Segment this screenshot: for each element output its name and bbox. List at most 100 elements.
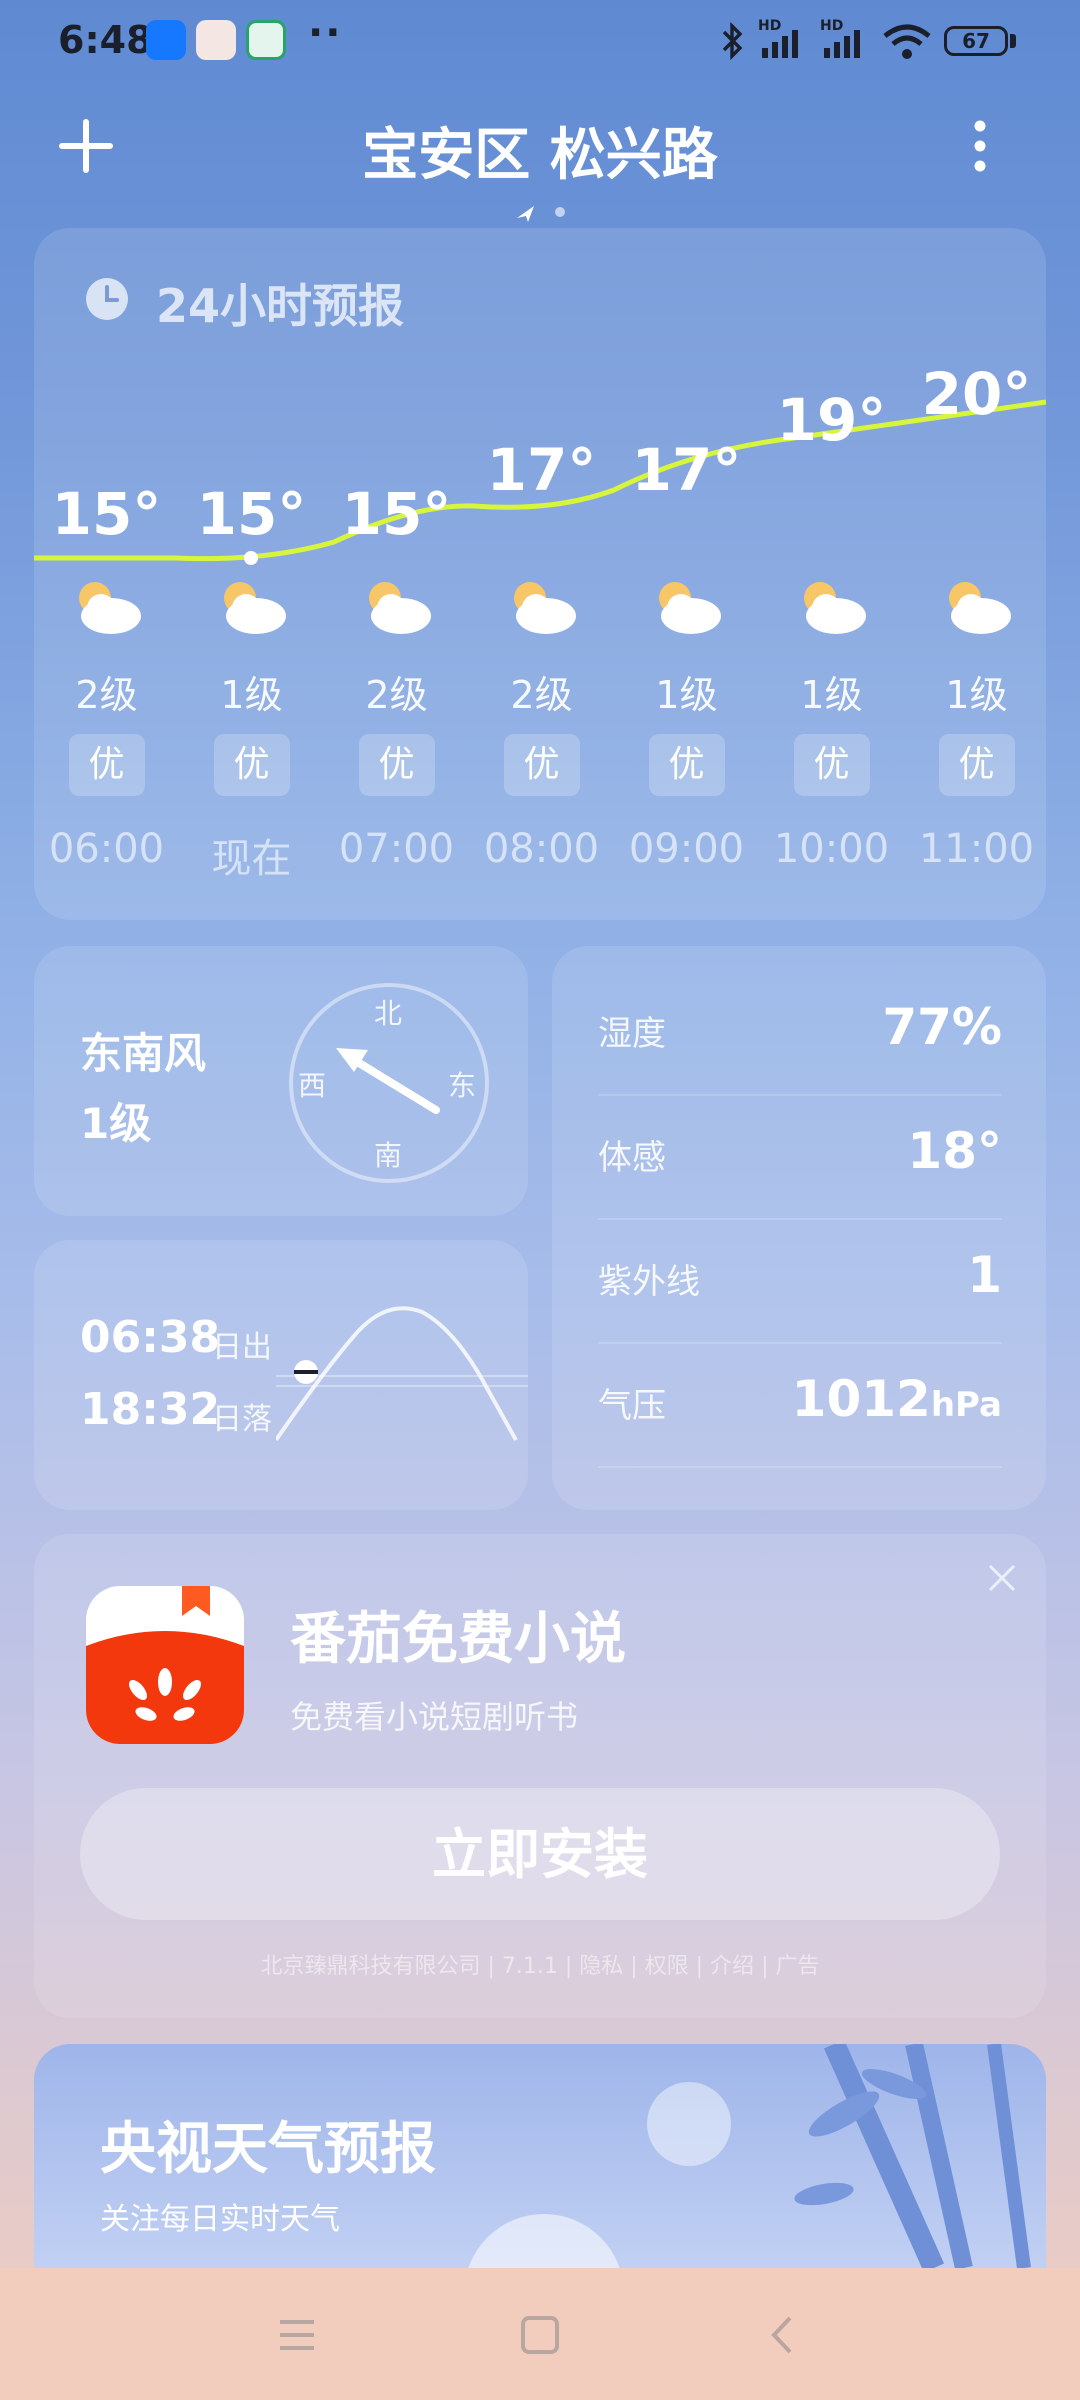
hour-label: 08:00: [483, 826, 600, 872]
detail-row: 湿度 77%: [598, 970, 1002, 1096]
detail-value: 1012hPa: [792, 1370, 1002, 1428]
hour-label: 06:00: [48, 826, 165, 872]
avatar-app-icon: [196, 20, 236, 60]
hour-wind-level: 1级: [800, 673, 863, 717]
tomato-novel-app-icon[interactable]: [86, 1586, 244, 1744]
more-notifications-icon: ··: [308, 10, 343, 56]
hour-label: 07:00: [338, 826, 455, 872]
hour-wind-level: 1级: [655, 673, 718, 717]
hour-label: 09:00: [628, 826, 745, 872]
hour-wind-level: 2级: [75, 673, 138, 717]
detail-unit: hPa: [930, 1385, 1002, 1425]
compass-east: 东: [448, 1069, 477, 1102]
aqi-badge: 优: [213, 734, 290, 796]
partly-cloudy-icon: [949, 582, 1011, 634]
detail-row: 体感 18°: [598, 1094, 1002, 1220]
sunset-label: 日落: [212, 1402, 272, 1437]
battery-indicator: 67: [944, 26, 1008, 56]
aqi-badge: 优: [793, 734, 870, 796]
hour-aqi: 优: [324, 734, 469, 796]
detail-number: 18°: [907, 1122, 1002, 1180]
sunrise-time: 06:38: [80, 1312, 221, 1363]
detail-row: 紫外线 1: [598, 1218, 1002, 1344]
hour-label: 10:00: [773, 826, 890, 872]
ad-footer[interactable]: 北京臻鼎科技有限公司 | 7.1.1 | 隐私 | 权限 | 介绍 | 广告: [0, 1948, 1080, 1980]
clock-icon: [86, 278, 128, 320]
hour-temp: 15°: [196, 480, 307, 548]
hour-label: 现在: [211, 836, 292, 882]
cctv-title: 央视天气预报: [100, 2117, 436, 2182]
detail-label: 湿度: [598, 1014, 666, 1054]
ad-title[interactable]: 番茄免费小说: [290, 1594, 626, 1675]
sunset-time: 18:32: [80, 1384, 221, 1435]
partly-cloudy-icon: [659, 582, 721, 634]
hour-temp: 19°: [776, 386, 887, 454]
home-nav-icon[interactable]: [505, 2300, 575, 2370]
detail-row: 气压 1012hPa: [598, 1342, 1002, 1468]
sun-arc: [276, 1306, 528, 1442]
status-time: 6:48: [58, 18, 153, 62]
compass-north: 北: [374, 997, 403, 1030]
compass-south: 南: [374, 1139, 403, 1172]
back-nav-icon[interactable]: [748, 2300, 818, 2370]
forecast-title: 24小时预报: [156, 279, 405, 333]
hour-temp: 15°: [341, 480, 452, 548]
compass-west: 西: [298, 1069, 327, 1102]
detail-value: 18°: [907, 1122, 1002, 1180]
hour-aqi: 优: [469, 734, 614, 796]
detail-label: 气压: [598, 1386, 666, 1426]
hour-aqi: 优: [614, 734, 759, 796]
location-title: 宝安区 松兴路: [362, 123, 718, 188]
partly-cloudy-icon: [79, 582, 141, 634]
menu-nav-icon[interactable]: [262, 2300, 332, 2370]
cellular-signal-icon-1: [762, 30, 798, 58]
detail-value: 77%: [882, 998, 1002, 1056]
cctv-subtitle: 关注每日实时天气: [100, 2202, 340, 2237]
wifi-icon: [883, 24, 931, 59]
location-arrow-icon: [517, 206, 534, 222]
hour-wind-level: 2级: [510, 673, 573, 717]
close-ad-icon[interactable]: [984, 1560, 1020, 1596]
bluetooth-icon: [722, 21, 743, 61]
install-button[interactable]: 立即安装: [80, 1788, 1000, 1920]
partly-cloudy-icon: [804, 582, 866, 634]
aqi-badge: 优: [503, 734, 580, 796]
detail-number: 1012: [791, 1370, 931, 1428]
ad-subtitle: 免费看小说短剧听书: [290, 1698, 579, 1736]
detail-value: 1: [967, 1246, 1002, 1304]
aqi-badge: 优: [358, 734, 435, 796]
battery-cap: [1010, 34, 1016, 48]
hour-label: 11:00: [918, 826, 1035, 872]
hour-temp: 17°: [486, 436, 597, 504]
sunrise-label: 日出: [212, 1330, 272, 1365]
green-app-icon: [246, 20, 286, 60]
hour-wind-level: 1级: [945, 673, 1008, 717]
more-menu-icon[interactable]: [960, 118, 1000, 182]
aqi-badge: 优: [68, 734, 145, 796]
detail-label: 体感: [598, 1138, 666, 1178]
hour-aqi: 优: [904, 734, 1049, 796]
wind-direction: 东南风: [80, 1029, 207, 1078]
hour-temp: 17°: [631, 436, 742, 504]
hour-temp: 15°: [51, 480, 162, 548]
wind-level: 1级: [80, 1099, 152, 1148]
hour-wind-level: 2级: [365, 673, 428, 717]
detail-label: 紫外线: [598, 1262, 700, 1302]
aqi-badge: 优: [938, 734, 1015, 796]
aqi-badge: 优: [648, 734, 725, 796]
page-indicator: [517, 206, 565, 222]
current-hour-dot: [244, 551, 258, 565]
cellular-signal-icon-2: [824, 30, 860, 58]
hour-wind-level: 1级: [220, 673, 283, 717]
hour-aqi: 优: [34, 734, 179, 796]
partly-cloudy-icon: [224, 582, 286, 634]
partly-cloudy-icon: [369, 582, 431, 634]
hour-aqi: 优: [179, 734, 324, 796]
partly-cloudy-icon: [514, 582, 576, 634]
hour-temp: 20°: [921, 360, 1032, 428]
detail-number: 1: [967, 1246, 1002, 1304]
status-bar: 6:48 ·· HD HD 67: [0, 0, 1080, 84]
alipay-app-icon: [146, 20, 186, 60]
hour-aqi: 优: [759, 734, 904, 796]
detail-number: 77%: [882, 998, 1002, 1056]
